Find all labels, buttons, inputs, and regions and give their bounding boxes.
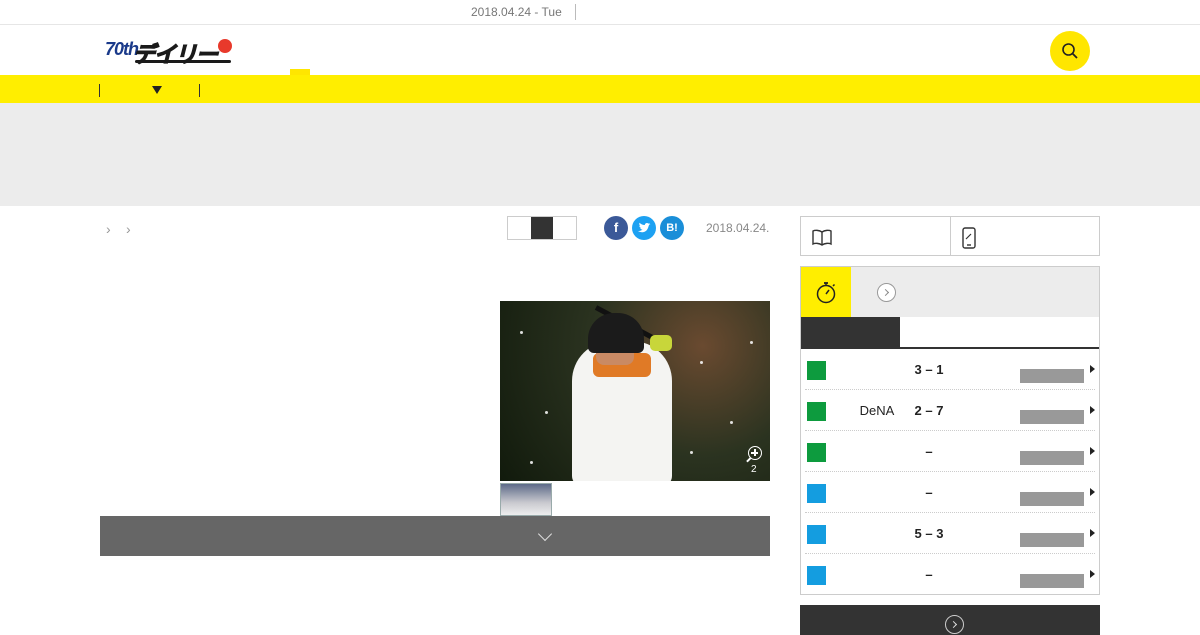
game-status-badge bbox=[1020, 451, 1084, 465]
scoreboard-header bbox=[801, 267, 1099, 317]
tab-pacific-league[interactable] bbox=[900, 317, 1099, 347]
date-separator bbox=[575, 4, 576, 20]
sidebar-shortcuts bbox=[800, 216, 1100, 256]
scoreboard-more-arrow-icon[interactable] bbox=[877, 283, 896, 302]
caret-right-icon bbox=[1090, 570, 1095, 578]
newspaper-link[interactable] bbox=[801, 217, 950, 255]
photo-thumbnail[interactable] bbox=[500, 483, 552, 516]
league-marker bbox=[807, 361, 826, 380]
breadcrumb-chevron-icon[interactable]: › bbox=[106, 221, 126, 237]
game-row[interactable]: 3 – 1 bbox=[805, 349, 1095, 390]
game-score: – bbox=[925, 485, 933, 500]
hatena-bookmark-button[interactable]: B! bbox=[660, 216, 684, 240]
game-score: – bbox=[925, 444, 933, 459]
nav-divider bbox=[99, 84, 100, 97]
photo-helmet bbox=[588, 313, 644, 353]
game-status-badge bbox=[1020, 410, 1084, 424]
game-score: – bbox=[925, 567, 933, 582]
game-list: 3 – 1 DeNA 2 – 7 – – 5 – 3 – bbox=[801, 349, 1099, 595]
caret-right-icon bbox=[1090, 488, 1095, 496]
game-score: 2 – 7 bbox=[914, 403, 944, 418]
sidebar-dark-banner[interactable] bbox=[800, 605, 1100, 635]
nav-dropdown-icon[interactable] bbox=[152, 86, 162, 94]
game-row[interactable]: 5 – 3 bbox=[805, 513, 1095, 554]
caret-right-icon bbox=[1090, 447, 1095, 455]
nav-divider bbox=[199, 84, 200, 97]
game-status-badge bbox=[1020, 574, 1084, 588]
logo-swoosh bbox=[135, 60, 231, 63]
article-date: 2018.04.24. bbox=[706, 221, 770, 235]
photo-gloves bbox=[650, 335, 672, 351]
search-icon bbox=[1062, 43, 1078, 59]
photo-snow bbox=[690, 451, 693, 454]
current-date: 2018.04.24 - Tue bbox=[471, 5, 562, 19]
breadcrumb: › › bbox=[106, 221, 146, 237]
mobile-link[interactable] bbox=[949, 217, 1100, 255]
game-status-badge bbox=[1020, 369, 1084, 383]
photo-snow bbox=[730, 421, 733, 424]
site-header: 70th デイリー bbox=[0, 25, 1200, 75]
logo-sun-icon bbox=[218, 39, 232, 53]
league-marker bbox=[807, 484, 826, 503]
site-logo[interactable]: 70th デイリー bbox=[105, 37, 233, 68]
photo-snow bbox=[700, 361, 703, 364]
game-status-badge bbox=[1020, 533, 1084, 547]
league-marker bbox=[807, 566, 826, 585]
main-nav bbox=[0, 75, 1200, 103]
caret-right-icon bbox=[1090, 529, 1095, 537]
search-button[interactable] bbox=[1050, 31, 1090, 71]
photo-snow bbox=[750, 341, 753, 344]
article-photo[interactable]: 2 bbox=[500, 301, 770, 481]
font-size-medium[interactable] bbox=[530, 217, 554, 239]
scoreboard-widget: 3 – 1 DeNA 2 – 7 – – 5 – 3 – bbox=[800, 266, 1100, 595]
ad-banner bbox=[0, 103, 1200, 206]
read-more-bar[interactable] bbox=[100, 516, 770, 556]
twitter-icon bbox=[638, 222, 651, 233]
facebook-share-button[interactable]: f bbox=[604, 216, 628, 240]
font-size-switch bbox=[507, 216, 577, 240]
photo-snow bbox=[530, 461, 533, 464]
arrow-right-icon bbox=[945, 615, 964, 634]
game-team: DeNA bbox=[859, 403, 895, 418]
caret-right-icon bbox=[1090, 406, 1095, 414]
photo-snow bbox=[520, 331, 523, 334]
game-score: 5 – 3 bbox=[914, 526, 944, 541]
league-marker bbox=[807, 525, 826, 544]
game-score: 3 – 1 bbox=[914, 362, 944, 377]
league-marker bbox=[807, 402, 826, 421]
top-date-bar: 2018.04.24 - Tue bbox=[0, 0, 1200, 25]
font-size-large[interactable] bbox=[553, 217, 576, 239]
smartphone-icon bbox=[961, 227, 976, 249]
scoreboard-tabs bbox=[801, 317, 1099, 349]
game-row[interactable]: – bbox=[805, 554, 1095, 595]
logo-brand: デイリー bbox=[132, 41, 218, 67]
tab-central-league[interactable] bbox=[801, 317, 900, 347]
scoreboard-icon-box bbox=[801, 267, 851, 317]
stopwatch-icon bbox=[816, 282, 836, 304]
game-row[interactable]: – bbox=[805, 431, 1095, 472]
game-row[interactable]: DeNA 2 – 7 bbox=[805, 390, 1095, 431]
photo-snow bbox=[545, 411, 548, 414]
game-row[interactable]: – bbox=[805, 472, 1095, 513]
font-size-small[interactable] bbox=[508, 217, 531, 239]
league-marker bbox=[807, 443, 826, 462]
caret-right-icon bbox=[1090, 365, 1095, 373]
twitter-share-button[interactable] bbox=[632, 216, 656, 240]
chevron-down-icon bbox=[537, 526, 553, 542]
book-icon bbox=[812, 229, 832, 246]
game-status-badge bbox=[1020, 492, 1084, 506]
breadcrumb-chevron-icon[interactable]: › bbox=[126, 221, 146, 237]
photo-count: 2 bbox=[751, 464, 757, 475]
